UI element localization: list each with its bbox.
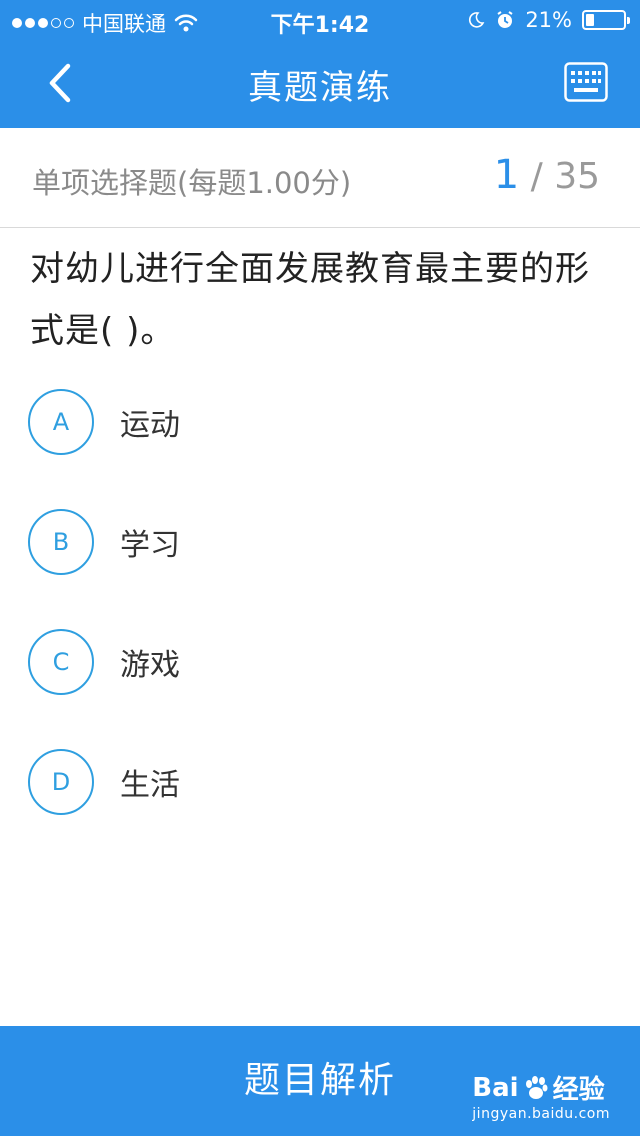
option-letter-badge: C: [28, 629, 94, 695]
option-letter-badge: D: [28, 749, 94, 815]
status-bar: 中国联通 下午1:42 21%: [0, 0, 640, 40]
page-title: 真题演练: [248, 68, 392, 108]
battery-fill: [586, 14, 594, 26]
moon-icon: [469, 12, 485, 28]
alarm-icon: [497, 11, 513, 28]
top-bar: 中国联通 下午1:42 21% 真题演练: [0, 0, 640, 128]
question-text: 对幼儿进行全面发展教育最主要的形式是( )。: [30, 249, 590, 351]
question-info-bar: 单项选择题(每题1.00分) 1 / 35: [0, 128, 640, 228]
option-a[interactable]: A 运动: [28, 387, 608, 457]
option-text: 生活: [120, 768, 180, 803]
battery-icon: [582, 10, 630, 30]
option-text: 游戏: [120, 648, 180, 683]
option-c[interactable]: C 游戏: [28, 627, 608, 697]
counter-separator: /: [530, 156, 543, 197]
option-b[interactable]: B 学习: [28, 507, 608, 577]
paw-icon: [525, 1075, 548, 1099]
current-question-number: 1: [493, 152, 520, 198]
option-letter-badge: B: [28, 509, 94, 575]
option-d[interactable]: D 生活: [28, 747, 608, 817]
option-text: 学习: [120, 528, 180, 563]
battery-percent: 21%: [525, 8, 572, 32]
total-questions: 35: [554, 156, 600, 197]
option-text: 运动: [120, 408, 180, 443]
question-counter: 1 / 35: [494, 152, 600, 198]
watermark-url: jingyan.baidu.com: [472, 1106, 610, 1122]
keyboard-icon[interactable]: [564, 62, 608, 102]
baidu-watermark: Bai 经验 jingyan.baidu.com: [472, 1069, 610, 1123]
option-letter-badge: A: [28, 389, 94, 455]
question-type-label: 单项选择题(每题1.00分): [32, 166, 352, 200]
watermark-product: 经验: [552, 1075, 605, 1105]
bottom-bar: 题目解析 Bai 经验 jingyan.baidu.com: [0, 1026, 640, 1136]
watermark-brand: Bai: [472, 1072, 519, 1103]
